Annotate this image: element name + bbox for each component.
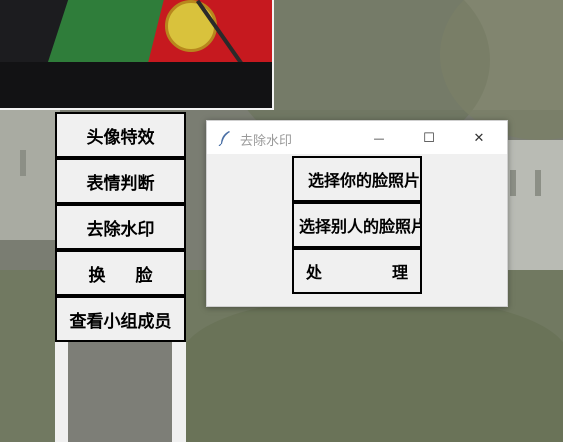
face-swap-button[interactable]: 换 脸 — [55, 250, 186, 296]
maximize-button[interactable]: ☐ — [407, 125, 451, 151]
minimize-icon: — — [373, 131, 385, 145]
select-your-face-label: 选择你的脸照片 — [308, 171, 421, 190]
process-label-2: 理 — [391, 263, 408, 282]
feather-icon — [218, 131, 230, 146]
remove-watermark-window: 去除水印 — ☐ ✕ 选择你的脸照片 选择别人的脸照片 处 理 — [206, 120, 508, 307]
expression-detect-label: 表情判断 — [86, 173, 155, 194]
expression-detect-button[interactable]: 表情判断 — [55, 158, 186, 204]
window-title: 去除水印 — [240, 134, 293, 149]
select-other-face-button[interactable]: 选择别人的脸照片 — [292, 202, 422, 248]
close-icon: ✕ — [473, 130, 485, 146]
maximize-icon: ☐ — [423, 130, 435, 146]
process-button[interactable]: 处 理 — [292, 248, 422, 294]
view-team-members-button[interactable]: 查看小组成员 — [55, 296, 186, 342]
avatar-effect-label: 头像特效 — [86, 127, 155, 148]
face-swap-label-1: 换 — [88, 265, 106, 286]
remove-watermark-label: 去除水印 — [86, 219, 155, 240]
crowd-flag-photo — [0, 0, 274, 110]
process-label-1: 处 — [306, 263, 323, 282]
column-gap — [68, 342, 172, 442]
avatar-effect-button[interactable]: 头像特效 — [55, 112, 186, 158]
close-button[interactable]: ✕ — [457, 125, 501, 151]
title-bar[interactable]: 去除水印 — ☐ ✕ — [207, 121, 507, 154]
remove-watermark-button[interactable]: 去除水印 — [55, 204, 186, 250]
select-other-face-label: 选择别人的脸照片 — [299, 217, 422, 236]
main-button-column: 头像特效 表情判断 去除水印 换 脸 查看小组成员 — [55, 112, 186, 442]
view-team-members-label: 查看小组成员 — [69, 311, 172, 332]
select-your-face-button[interactable]: 选择你的脸照片 — [292, 156, 422, 202]
minimize-button[interactable]: — — [357, 125, 401, 151]
face-swap-label-2: 脸 — [135, 265, 153, 286]
